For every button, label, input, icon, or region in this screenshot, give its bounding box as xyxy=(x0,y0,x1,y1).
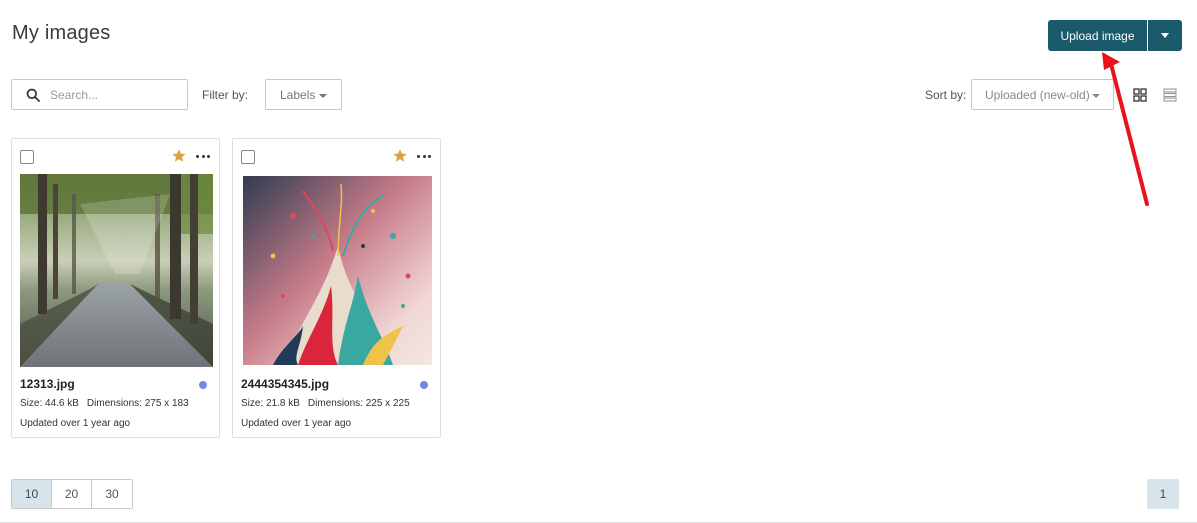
upload-options-dropdown-button[interactable] xyxy=(1148,20,1182,51)
star-icon[interactable] xyxy=(171,148,187,164)
labels-filter-dropdown[interactable]: Labels xyxy=(265,79,342,110)
image-thumbnail-paint-splash[interactable] xyxy=(243,176,432,365)
image-thumbnail-forest-path[interactable] xyxy=(20,174,213,367)
more-options-icon[interactable] xyxy=(415,148,433,164)
upload-button-group: Upload image xyxy=(1048,20,1182,51)
page-size-option[interactable]: 30 xyxy=(92,480,132,508)
sort-value: Uploaded (new-old) xyxy=(985,88,1090,102)
star-icon[interactable] xyxy=(392,148,408,164)
page-size-selector: 10 20 30 xyxy=(11,479,133,509)
search-icon xyxy=(26,88,40,102)
grid-view-icon[interactable] xyxy=(1133,88,1147,102)
image-filename[interactable]: 12313.jpg xyxy=(20,377,75,391)
sort-by-label: Sort by: xyxy=(925,88,967,102)
filter-by-label: Filter by: xyxy=(202,88,249,102)
image-filename[interactable]: 2444354345.jpg xyxy=(241,377,329,391)
upload-image-button[interactable]: Upload image xyxy=(1048,20,1147,51)
chevron-down-icon xyxy=(1092,94,1100,98)
label-dot xyxy=(199,381,207,389)
select-checkbox[interactable] xyxy=(20,150,34,164)
list-view-icon[interactable] xyxy=(1163,88,1177,102)
image-size: Size: 44.6 kB xyxy=(20,398,79,409)
image-card[interactable]: 2444354345.jpg Size: 21.8 kB Dimensions: … xyxy=(232,138,441,438)
current-page-button[interactable]: 1 xyxy=(1147,479,1179,509)
image-meta: Size: 21.8 kB Dimensions: 225 x 225 xyxy=(241,398,410,409)
select-checkbox[interactable] xyxy=(241,150,255,164)
search-box xyxy=(11,79,188,110)
labels-filter-value: Labels xyxy=(280,88,316,102)
sort-dropdown[interactable]: Uploaded (new-old) xyxy=(971,79,1114,110)
chevron-down-icon xyxy=(319,94,327,98)
page-size-option[interactable]: 10 xyxy=(12,480,52,508)
more-options-icon[interactable] xyxy=(194,148,212,164)
image-size: Size: 21.8 kB xyxy=(241,398,300,409)
page-size-option[interactable]: 20 xyxy=(52,480,92,508)
image-updated: Updated over 1 year ago xyxy=(20,418,131,429)
image-updated: Updated over 1 year ago xyxy=(241,418,352,429)
label-dot xyxy=(420,381,428,389)
search-input[interactable] xyxy=(48,84,183,106)
image-meta: Size: 44.6 kB Dimensions: 275 x 183 xyxy=(20,398,189,409)
image-dimensions: Dimensions: 275 x 183 xyxy=(86,398,189,409)
image-dimensions: Dimensions: 225 x 225 xyxy=(307,398,410,409)
page-title: My images xyxy=(12,22,111,44)
annotation-arrow-icon xyxy=(1102,52,1149,206)
image-card[interactable]: 12313.jpg Size: 44.6 kB Dimensions: 275 x… xyxy=(11,138,220,438)
